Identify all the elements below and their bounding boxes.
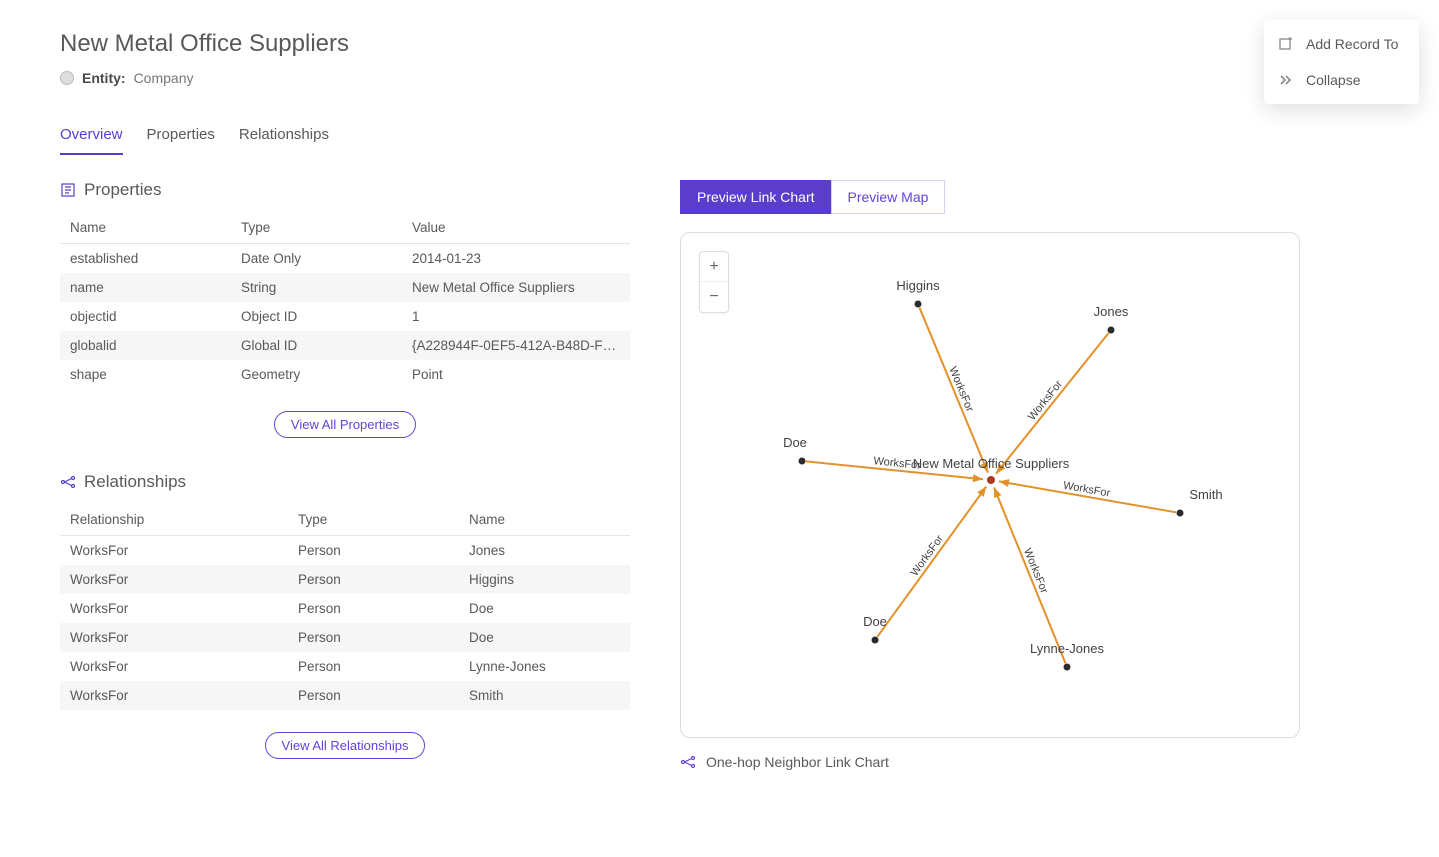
tab-properties[interactable]: Properties [147, 126, 215, 155]
main-tabs: Overview Properties Relationships [60, 126, 1379, 156]
table-row: WorksForPersonDoe [60, 623, 630, 652]
relationships-title-text: Relationships [84, 472, 186, 492]
table-row: WorksForPersonJones [60, 536, 630, 566]
link-chart-canvas[interactable]: + − WorksForWorksForWorksForWorksForWork… [680, 232, 1300, 738]
relationships-table: Relationship Type Name WorksForPersonJon… [60, 504, 630, 710]
zoom-in-button[interactable]: + [700, 252, 728, 282]
relationship-name-link[interactable]: Doe [459, 623, 630, 652]
props-cell-name: objectid [60, 302, 231, 331]
relationship-link[interactable]: WorksFor [60, 652, 288, 681]
relationship-type: Person [288, 536, 459, 566]
relationship-name-link[interactable]: Jones [459, 536, 630, 566]
relationship-link[interactable]: WorksFor [60, 536, 288, 566]
table-row: WorksForPersonSmith [60, 681, 630, 710]
relationship-link[interactable]: WorksFor [60, 623, 288, 652]
tab-relationships[interactable]: Relationships [239, 126, 329, 155]
zoom-out-button[interactable]: − [700, 282, 728, 312]
rels-header-rel: Relationship [60, 504, 288, 536]
svg-text:Doe: Doe [783, 435, 807, 450]
props-cell-name: shape [60, 360, 231, 389]
relationship-type: Person [288, 652, 459, 681]
relationship-name-link[interactable]: Higgins [459, 565, 630, 594]
svg-text:Smith: Smith [1189, 487, 1222, 502]
chart-footer-note: One-hop Neighbor Link Chart [680, 754, 1379, 770]
props-header-name: Name [60, 212, 231, 244]
preview-link-chart-tab[interactable]: Preview Link Chart [680, 180, 831, 214]
props-cell-value: 2014-01-23 [402, 244, 630, 274]
properties-table: Name Type Value establishedDate Only2014… [60, 212, 630, 389]
props-cell-name: name [60, 273, 231, 302]
props-header-type: Type [231, 212, 402, 244]
svg-text:WorksFor: WorksFor [909, 533, 947, 579]
chevrons-right-icon [1278, 72, 1294, 88]
relationship-name-link[interactable]: Smith [459, 681, 630, 710]
table-row: WorksForPersonDoe [60, 594, 630, 623]
props-header-value: Value [402, 212, 630, 244]
entity-type-row: Entity: Company [60, 70, 1379, 86]
props-cell-value: Point [402, 360, 630, 389]
relationship-type: Person [288, 565, 459, 594]
table-row: nameStringNew Metal Office Suppliers [60, 273, 630, 302]
svg-text:WorksFor: WorksFor [1026, 378, 1065, 423]
table-row: globalidGlobal ID{A228944F-0EF5-412A-B48… [60, 331, 630, 360]
svg-text:Jones: Jones [1094, 304, 1129, 319]
relationship-link[interactable]: WorksFor [60, 594, 288, 623]
props-cell-name: globalid [60, 331, 231, 360]
props-cell-value: New Metal Office Suppliers [402, 273, 630, 302]
add-record-icon [1278, 36, 1294, 52]
rels-header-type: Type [288, 504, 459, 536]
relationship-type: Person [288, 681, 459, 710]
relationships-section-title: Relationships [60, 472, 630, 492]
relationship-type: Person [288, 594, 459, 623]
props-cell-type: Object ID [231, 302, 402, 331]
table-row: WorksForPersonLynne-Jones [60, 652, 630, 681]
relationship-link[interactable]: WorksFor [60, 681, 288, 710]
preview-map-tab[interactable]: Preview Map [831, 180, 946, 214]
entity-dot-icon [60, 71, 74, 85]
collapse-label: Collapse [1306, 72, 1360, 88]
preview-tabs: Preview Link Chart Preview Map [680, 180, 1379, 214]
properties-title-text: Properties [84, 180, 161, 200]
tab-overview[interactable]: Overview [60, 126, 123, 155]
table-row: WorksForPersonHiggins [60, 565, 630, 594]
svg-text:Higgins: Higgins [896, 278, 940, 293]
collapse-item[interactable]: Collapse [1264, 62, 1419, 98]
table-row: shapeGeometryPoint [60, 360, 630, 389]
add-record-label: Add Record To [1306, 36, 1398, 52]
context-menu: Add Record To Collapse [1264, 20, 1419, 104]
zoom-control: + − [699, 251, 729, 313]
svg-text:New Metal Office Suppliers: New Metal Office Suppliers [913, 456, 1070, 471]
entity-label: Entity: [82, 70, 126, 86]
relationship-name-link[interactable]: Doe [459, 594, 630, 623]
svg-text:Lynne-Jones: Lynne-Jones [1030, 641, 1104, 656]
chart-footer-text: One-hop Neighbor Link Chart [706, 754, 889, 770]
props-cell-value: 1 [402, 302, 630, 331]
entity-value: Company [134, 70, 194, 86]
page-title: New Metal Office Suppliers [60, 30, 1379, 58]
view-all-relationships-button[interactable]: View All Relationships [265, 732, 426, 759]
props-cell-type: Date Only [231, 244, 402, 274]
properties-section-title: Properties [60, 180, 630, 200]
add-record-to-item[interactable]: Add Record To [1264, 26, 1419, 62]
props-cell-type: Global ID [231, 331, 402, 360]
table-row: objectidObject ID1 [60, 302, 630, 331]
props-cell-type: String [231, 273, 402, 302]
props-cell-type: Geometry [231, 360, 402, 389]
props-cell-name: established [60, 244, 231, 274]
table-row: establishedDate Only2014-01-23 [60, 244, 630, 274]
svg-text:Doe: Doe [863, 614, 887, 629]
props-cell-value: {A228944F-0EF5-412A-B48D-FCB… [402, 331, 630, 360]
view-all-properties-button[interactable]: View All Properties [274, 411, 416, 438]
relationship-link[interactable]: WorksFor [60, 565, 288, 594]
relationship-type: Person [288, 623, 459, 652]
relationship-name-link[interactable]: Lynne-Jones [459, 652, 630, 681]
rels-header-name: Name [459, 504, 630, 536]
